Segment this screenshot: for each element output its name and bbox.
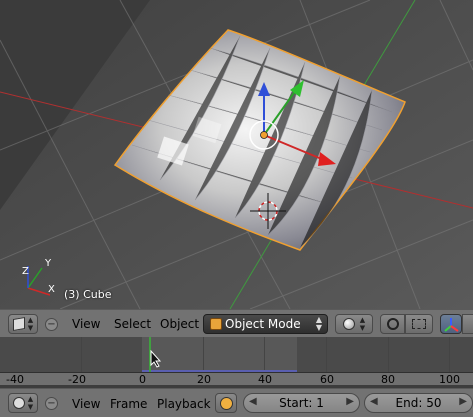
minus-icon: − [47, 318, 56, 330]
grid-line [81, 337, 82, 372]
snap-icon [412, 319, 426, 329]
mouse-pointer-icon [150, 350, 162, 368]
pivot-point-button[interactable] [380, 314, 405, 334]
menu-select[interactable]: Select [112, 315, 153, 333]
timeline-menu-view[interactable]: View [70, 395, 102, 413]
ruler-tick: 20 [197, 373, 211, 385]
3d-viewport[interactable]: Y Z X (3) Cube [0, 0, 473, 309]
timeline-menu-playback[interactable]: Playback [155, 395, 213, 413]
editor-type-button[interactable]: ▲ ▼ [8, 314, 38, 334]
ruler-tick: 0 [139, 373, 146, 385]
interaction-mode-label: Object Mode [225, 317, 301, 331]
grid-line [449, 337, 450, 372]
timeline-header: ▲ ▼ − View Frame Playback ◀ Start: 1 ▶ ◀ … [0, 388, 473, 417]
3d-view-header: ▲ ▼ − View Select Object Object Mode ▲ ▼ ▲… [0, 309, 473, 337]
keying-set-button[interactable] [215, 393, 237, 413]
collapse-menus-button[interactable]: − [45, 318, 58, 331]
viewport-scene: Y Z X [0, 0, 473, 309]
keying-icon [219, 396, 233, 410]
gizmo-x-label: X [48, 284, 55, 295]
gizmo-z-label: Z [22, 266, 29, 277]
increment-arrow-icon[interactable]: ▶ [346, 396, 354, 407]
ruler-tick: 60 [320, 373, 334, 385]
snap-toggle-button[interactable] [405, 314, 433, 334]
chevron-updown-icon: ▲ ▼ [359, 316, 366, 332]
manipulator-axes-icon [444, 318, 459, 332]
chevron-updown-icon: ▲ ▼ [27, 395, 34, 411]
ruler-tick: -20 [68, 373, 86, 385]
grid-line [326, 337, 327, 372]
increment-arrow-icon[interactable]: ▶ [459, 396, 467, 407]
object-mode-icon [210, 318, 222, 330]
solid-sphere-icon [342, 318, 355, 330]
clock-icon [12, 397, 25, 409]
menu-view[interactable]: View [70, 315, 102, 333]
ruler-tick: 40 [258, 373, 272, 385]
minus-icon: − [47, 397, 56, 409]
grid-line [264, 337, 265, 372]
chevron-updown-icon: ▲ ▼ [27, 316, 34, 332]
gizmo-y-label: Y [44, 258, 52, 269]
interaction-mode-select[interactable]: Object Mode ▲ ▼ [203, 314, 328, 334]
cube-icon [12, 316, 25, 332]
viewport-shading-button[interactable]: ▲ ▼ [335, 314, 373, 334]
frame-range-region [142, 337, 297, 373]
manipulator-toggle-button[interactable] [440, 314, 462, 334]
ruler-tick: 80 [381, 373, 395, 385]
grid-line [203, 337, 204, 372]
header-scroll-edge[interactable] [462, 314, 473, 334]
timeline-collapse-menus-button[interactable]: − [45, 397, 58, 410]
frame-end-field[interactable]: ◀ End: 50 ▶ [364, 393, 473, 413]
grid-line [388, 337, 389, 372]
ruler-tick: -40 [6, 373, 24, 385]
ruler-tick: 100 [439, 373, 460, 385]
pivot-point-icon [386, 318, 399, 330]
frame-end-label: End: 50 [395, 396, 442, 410]
timeline-editor-type-button[interactable]: ▲ ▼ [8, 393, 38, 413]
menu-object[interactable]: Object [158, 315, 201, 333]
frame-start-label: Start: 1 [279, 396, 324, 410]
timeline-ruler[interactable]: -40 -20 0 20 40 60 80 100 [0, 372, 473, 385]
timeline-area[interactable]: -40 -20 0 20 40 60 80 100 [0, 337, 473, 385]
chevron-updown-icon: ▲ ▼ [315, 315, 322, 332]
frame-start-field[interactable]: ◀ Start: 1 ▶ [243, 393, 360, 413]
timeline-menu-frame[interactable]: Frame [108, 395, 149, 413]
active-object-label: (3) Cube [64, 288, 112, 301]
